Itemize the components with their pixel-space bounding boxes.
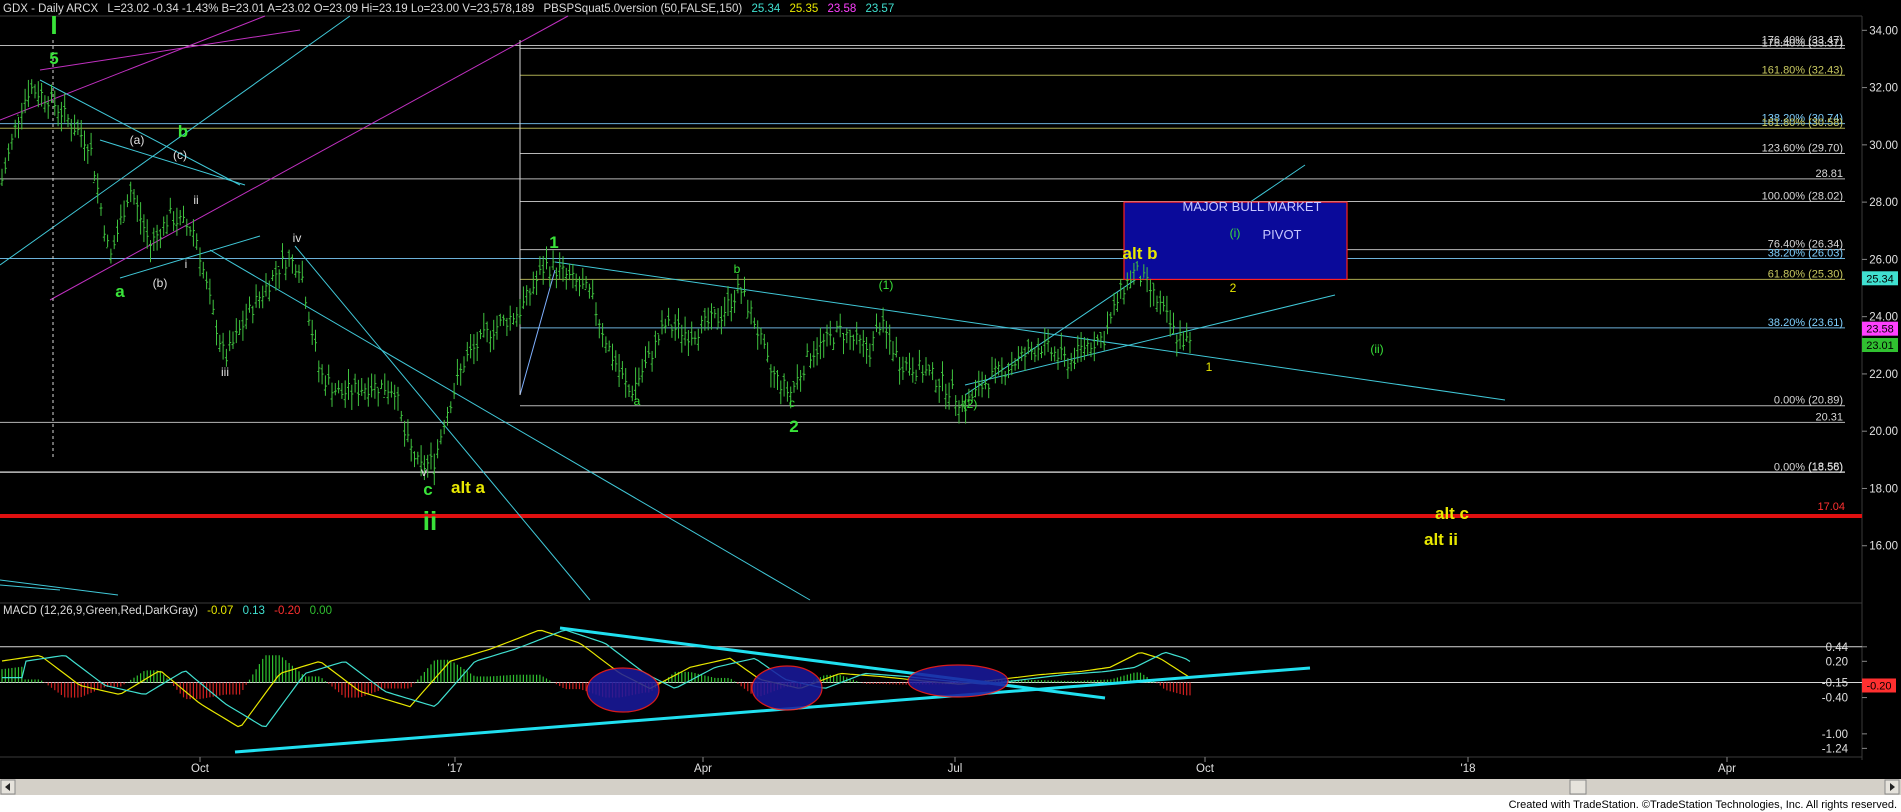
study-value-4: 23.57 <box>865 3 894 15</box>
macd-tick-label: -0.15 <box>1822 677 1848 689</box>
fib-label: 61.80% (25.30) <box>1768 268 1843 280</box>
time-tick-label: '18 <box>1461 763 1476 775</box>
price-flag-label: 23.01 <box>1866 340 1894 352</box>
macd-label: MACD (12,26,9,Green,Red,DarkGray) <box>3 605 198 617</box>
wave-label: b <box>178 122 188 141</box>
wave-label: alt c <box>1435 504 1469 523</box>
fib-label: 0.00% (20.89) <box>1774 395 1843 407</box>
header-text: GDX - Daily ARCX L=23.02 -0.34 -1.43% B=… <box>3 3 894 15</box>
wave-label: 2 <box>789 417 798 436</box>
time-tick-label: Apr <box>1718 763 1736 775</box>
wave-label: (1) <box>879 278 894 292</box>
fib-label: 17.04 <box>1817 501 1845 513</box>
time-tick-label: Apr <box>694 763 712 775</box>
wave-label: c <box>423 480 432 499</box>
time-tick-label: Jul <box>948 763 963 775</box>
fib-label: 161.80% (30.58) <box>1762 117 1843 129</box>
scrollbar-track[interactable] <box>0 779 1901 795</box>
wave-label: (b) <box>153 276 168 290</box>
study-value-1: 25.34 <box>751 3 780 15</box>
macd-tick-label: -1.00 <box>1822 729 1848 741</box>
macd-header-text: MACD (12,26,9,Green,Red,DarkGray) -0.07 … <box>3 605 332 617</box>
time-tick-label: Oct <box>1196 763 1215 775</box>
price-tick-label: 20.00 <box>1869 426 1898 438</box>
price-tick-label: 18.00 <box>1869 483 1898 495</box>
macd-header: MACD (12,26,9,Green,Red,DarkGray) -0.07 … <box>3 605 332 617</box>
fib-label: 161.80% (32.43) <box>1762 64 1843 76</box>
macd-ellipse <box>751 665 823 711</box>
fib-label: 38.20% (26.03) <box>1768 248 1843 260</box>
scrollbar-thumb[interactable] <box>1569 779 1587 795</box>
macd-value-4: 0.00 <box>310 605 332 617</box>
price-tick-label: 16.00 <box>1869 541 1898 553</box>
fib-label: 38.20% (23.61) <box>1768 317 1843 329</box>
macd-tick-label: -0.40 <box>1822 693 1848 705</box>
macd-ellipse <box>907 664 1009 698</box>
wave-label: a <box>115 282 125 301</box>
pivot-label-2: PIVOT <box>1262 227 1301 242</box>
wave-label: 5 <box>49 49 58 68</box>
gdx-daily-chart: MAJOR BULL MARKET PIVOT I5ba(a)(c)iii(b)… <box>0 0 1901 812</box>
study-value-2: 25.35 <box>789 3 818 15</box>
fib-label: 123.60% (29.70) <box>1762 142 1843 154</box>
macd-value-1: -0.07 <box>207 605 233 617</box>
time-tick-label: '17 <box>448 763 463 775</box>
wave-label: ii <box>193 193 198 207</box>
price-tick-label: 22.00 <box>1869 369 1898 381</box>
wave-label: iii <box>221 365 229 379</box>
wave-label: 2 <box>1230 281 1237 295</box>
header-study: PBSPSquat5.0version (50,FALSE,150) <box>543 3 742 15</box>
fib-label: (18.58) <box>1808 461 1843 473</box>
chart-header: GDX - Daily ARCX L=23.02 -0.34 -1.43% B=… <box>3 3 894 15</box>
macd-ellipse <box>586 667 660 713</box>
macd-value-3: -0.20 <box>274 605 300 617</box>
wave-label: 1 <box>549 233 558 252</box>
wave-label: ii <box>423 506 437 536</box>
price-tick-label: 28.00 <box>1869 197 1898 209</box>
wave-label: i <box>185 257 188 271</box>
wave-label: (i) <box>1230 226 1241 240</box>
macd-tick-label: -1.24 <box>1822 743 1849 755</box>
wave-label: 1 <box>1206 360 1213 374</box>
wave-label: alt a <box>451 478 486 497</box>
wave-label: iv <box>293 231 302 245</box>
fib-label: 176.40% (33.37) <box>1762 37 1843 49</box>
price-tick-label: 26.00 <box>1869 254 1898 266</box>
header-ohlc: L=23.02 -0.34 -1.43% B=23.01 A=23.02 O=2… <box>107 3 534 15</box>
wave-label: alt b <box>1123 244 1158 263</box>
price-tick-label: 34.00 <box>1869 25 1898 37</box>
wave-label: (c) <box>173 148 187 162</box>
footer-credit: Created with TradeStation. ©TradeStation… <box>1509 799 1897 811</box>
macd-value-2: 0.13 <box>243 605 265 617</box>
macd-flag-label: -0.20 <box>1866 680 1891 692</box>
fib-label: 20.31 <box>1815 411 1843 423</box>
fib-label: 28.81 <box>1815 168 1843 180</box>
price-tick-label: 30.00 <box>1869 140 1898 152</box>
price-flag-label: 23.58 <box>1866 324 1894 336</box>
macd-tick-label: 0.44 <box>1826 642 1849 654</box>
scrollbar[interactable] <box>0 779 1901 795</box>
header-symbol: GDX - Daily ARCX <box>3 3 99 15</box>
wave-label: (2) <box>963 397 978 411</box>
wave-label: b <box>734 262 741 276</box>
macd-tick-label: 0.20 <box>1826 656 1848 668</box>
time-tick-label: Oct <box>191 763 210 775</box>
pivot-label-1: MAJOR BULL MARKET <box>1183 199 1322 214</box>
wave-label: c <box>789 396 795 410</box>
wave-label: (ii) <box>1370 342 1383 356</box>
wave-label: alt ii <box>1424 530 1458 549</box>
fib-label: 100.00% (28.02) <box>1762 191 1843 203</box>
study-value-3: 23.58 <box>827 3 856 15</box>
price-flag-label: 25.34 <box>1866 273 1894 285</box>
wave-label: (a) <box>130 133 145 147</box>
price-tick-label: 32.00 <box>1869 83 1898 95</box>
wave-label: a <box>634 394 641 408</box>
wave-label: v <box>421 465 427 479</box>
